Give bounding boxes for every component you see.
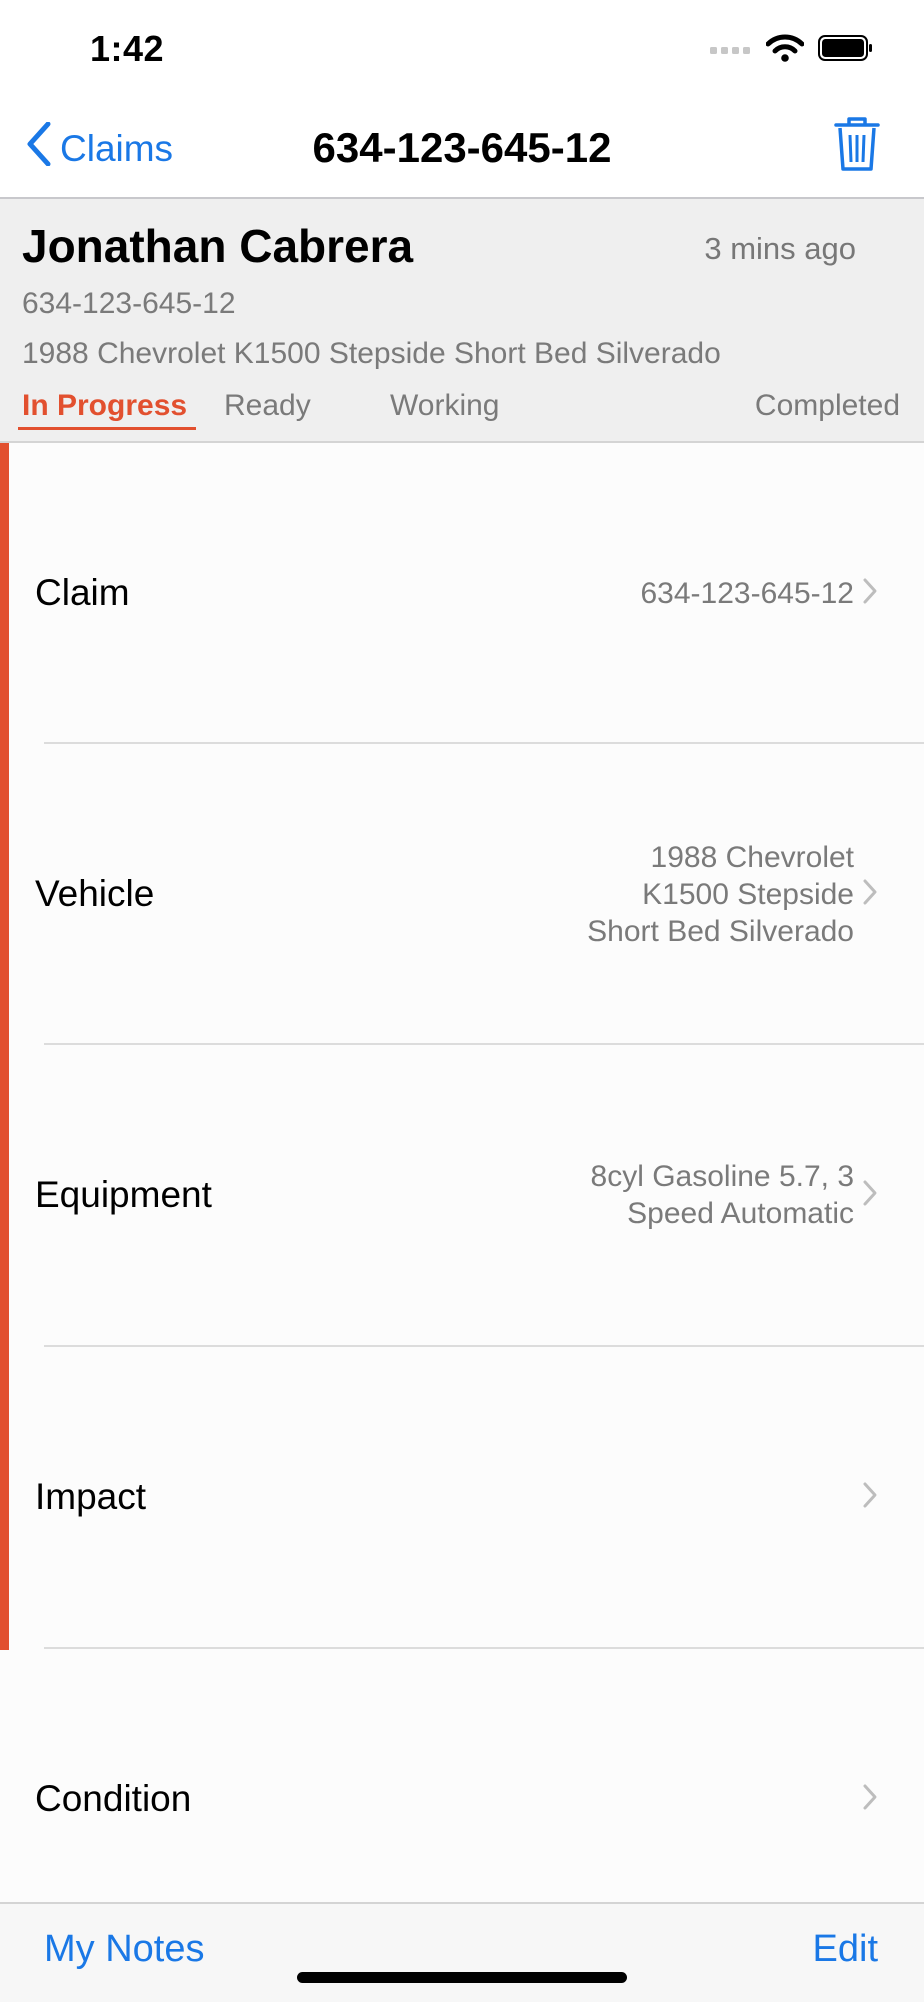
row-value-line: Short Bed Silverado xyxy=(587,914,854,948)
chevron-right-icon xyxy=(862,878,878,911)
row-value-line: Speed Automatic xyxy=(627,1197,854,1230)
tab-completed[interactable]: Completed xyxy=(755,389,900,423)
status-bar: 1:42 xyxy=(0,0,924,100)
edit-button[interactable]: Edit xyxy=(813,1928,878,1971)
claim-number: 634-123-645-12 xyxy=(22,287,236,320)
page-title: 634-123-645-12 xyxy=(312,124,612,171)
row-equipment[interactable]: Equipment 8cyl Gasoline 5.7, 3 Speed Aut… xyxy=(0,1045,924,1345)
status-time: 1:42 xyxy=(90,28,165,69)
row-value: 1988 Chevrolet K1500 Stepside Short Bed … xyxy=(587,744,854,1044)
updated-time: 3 mins ago xyxy=(704,231,856,266)
row-label: Impact xyxy=(35,1476,147,1517)
delete-button[interactable] xyxy=(834,116,880,177)
home-indicator[interactable] xyxy=(297,1972,627,1983)
row-label: Claim xyxy=(35,572,130,613)
tab-ready[interactable]: Ready xyxy=(224,389,311,423)
chevron-right-icon xyxy=(862,577,878,610)
chevron-right-icon xyxy=(862,1179,878,1212)
claim-header: Jonathan Cabrera 3 mins ago 634-123-645-… xyxy=(0,199,924,443)
navigation-bar: Claims 634-123-645-12 xyxy=(0,100,924,199)
row-value-line: 8cyl Gasoline 5.7, 3 xyxy=(590,1160,854,1193)
status-icons xyxy=(710,34,874,67)
row-label: Vehicle xyxy=(35,873,155,914)
row-label: Equipment xyxy=(35,1174,212,1215)
trash-icon xyxy=(834,117,880,176)
active-tab-indicator xyxy=(18,427,196,430)
my-notes-button[interactable]: My Notes xyxy=(44,1928,204,1971)
chevron-right-icon xyxy=(862,1783,878,1816)
row-value-line: 1988 Chevrolet xyxy=(650,840,854,874)
row-value: 634-123-645-12 xyxy=(640,443,854,743)
row-impact[interactable]: Impact xyxy=(0,1347,924,1647)
chevron-right-icon xyxy=(862,1481,878,1514)
bottom-toolbar: My Notes Edit xyxy=(0,1902,924,2002)
row-claim[interactable]: Claim 634-123-645-12 xyxy=(0,443,924,743)
row-value: 8cyl Gasoline 5.7, 3 Speed Automatic xyxy=(591,1045,854,1345)
row-value-line: K1500 Stepside xyxy=(642,877,854,911)
row-vehicle[interactable]: Vehicle 1988 Chevrolet K1500 Stepside Sh… xyxy=(0,744,924,1044)
wifi-icon xyxy=(765,34,805,67)
claimant-name: Jonathan Cabrera xyxy=(22,220,414,272)
tab-in-progress[interactable]: In Progress xyxy=(22,389,187,423)
tab-working[interactable]: Working xyxy=(390,389,499,423)
battery-icon xyxy=(818,35,874,66)
row-value-line: 634-123-645-12 xyxy=(640,576,854,610)
vehicle-description: 1988 Chevrolet K1500 Stepside Short Bed … xyxy=(22,337,721,370)
signal-icon xyxy=(710,42,752,60)
